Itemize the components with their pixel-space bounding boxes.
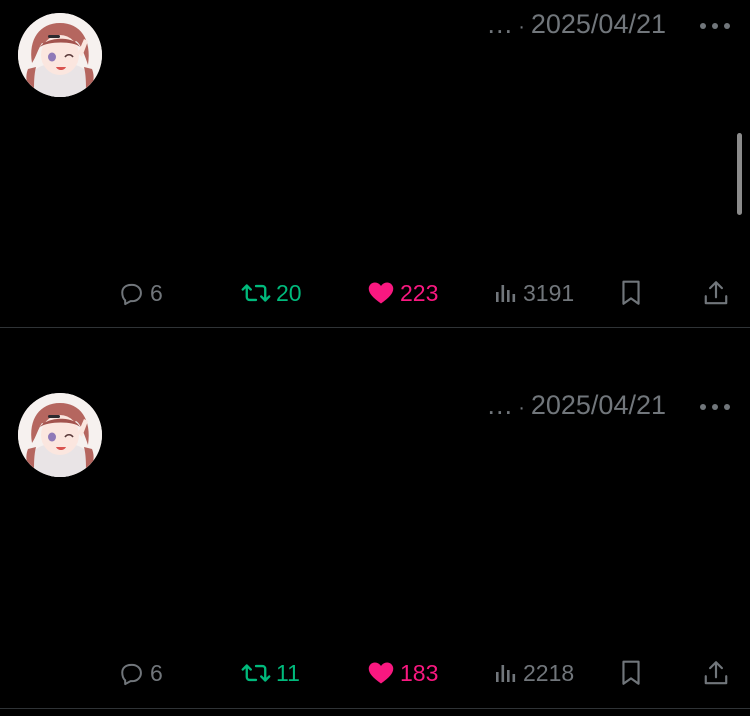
views-button[interactable]: 2218: [494, 653, 574, 693]
heart-filled-icon: [368, 662, 394, 684]
more-dot-icon: [724, 23, 730, 29]
retweet-icon: [241, 284, 271, 302]
tweet-meta: … · 2025/04/21: [486, 9, 666, 40]
more-dot-icon: [700, 23, 706, 29]
share-upload-icon: [704, 281, 728, 305]
like-button[interactable]: 183: [367, 653, 438, 693]
bookmark-button[interactable]: [620, 273, 642, 313]
reply-count: 6: [150, 279, 163, 306]
tweet-divider: [0, 708, 750, 709]
share-button[interactable]: [703, 653, 729, 693]
truncated-name-ellipsis: …: [486, 9, 515, 39]
timeline-feed: … · 2025/04/21 6 20 223 3191 … · 2025/04…: [0, 0, 750, 716]
like-count: 223: [400, 279, 439, 306]
like-button[interactable]: 223: [367, 273, 438, 313]
retweet-count: 11: [276, 659, 300, 686]
share-upload-icon: [704, 661, 728, 685]
reply-bubble-icon: [121, 283, 142, 306]
bookmark-icon: [622, 280, 640, 305]
analytics-bars-icon: [496, 665, 516, 682]
tweet-date[interactable]: 2025/04/21: [531, 390, 666, 421]
meta-separator: ·: [518, 16, 525, 38]
tweet[interactable]: … · 2025/04/21 6 20 223 3191: [0, 0, 750, 327]
tweet-actions: 6 11 183 2218: [0, 653, 750, 693]
bookmark-button[interactable]: [620, 653, 642, 693]
reply-button[interactable]: 6: [117, 273, 163, 313]
tweet-actions: 6 20 223 3191: [0, 273, 750, 313]
avatar[interactable]: [18, 393, 102, 477]
retweet-button[interactable]: 20: [241, 273, 302, 313]
scrollbar-thumb[interactable]: [737, 133, 742, 215]
reply-bubble-icon: [121, 663, 142, 686]
bookmark-icon: [622, 660, 640, 685]
view-count: 2218: [523, 659, 575, 686]
more-dot-icon: [724, 404, 730, 410]
views-button[interactable]: 3191: [494, 273, 574, 313]
analytics-bars-icon: [496, 285, 516, 302]
heart-filled-icon: [368, 282, 394, 304]
view-count: 3191: [523, 279, 575, 306]
tweet-date[interactable]: 2025/04/21: [531, 9, 666, 40]
more-dot-icon: [700, 404, 706, 410]
avatar-image: [18, 13, 102, 97]
tweet-meta: … · 2025/04/21: [486, 390, 666, 421]
more-dot-icon: [712, 23, 718, 29]
reply-count: 6: [150, 659, 163, 686]
truncated-name-ellipsis: …: [486, 390, 515, 420]
like-count: 183: [400, 659, 439, 686]
share-button[interactable]: [703, 273, 729, 313]
avatar-image: [18, 393, 102, 477]
more-options-button[interactable]: [700, 403, 730, 411]
avatar[interactable]: [18, 13, 102, 97]
tweet[interactable]: … · 2025/04/21 6 11 183 2218: [0, 328, 750, 708]
retweet-button[interactable]: 11: [241, 653, 300, 693]
retweet-icon: [241, 664, 271, 682]
more-dot-icon: [712, 404, 718, 410]
meta-separator: ·: [518, 397, 525, 419]
reply-button[interactable]: 6: [117, 653, 163, 693]
more-options-button[interactable]: [700, 22, 730, 30]
retweet-count: 20: [276, 279, 302, 306]
